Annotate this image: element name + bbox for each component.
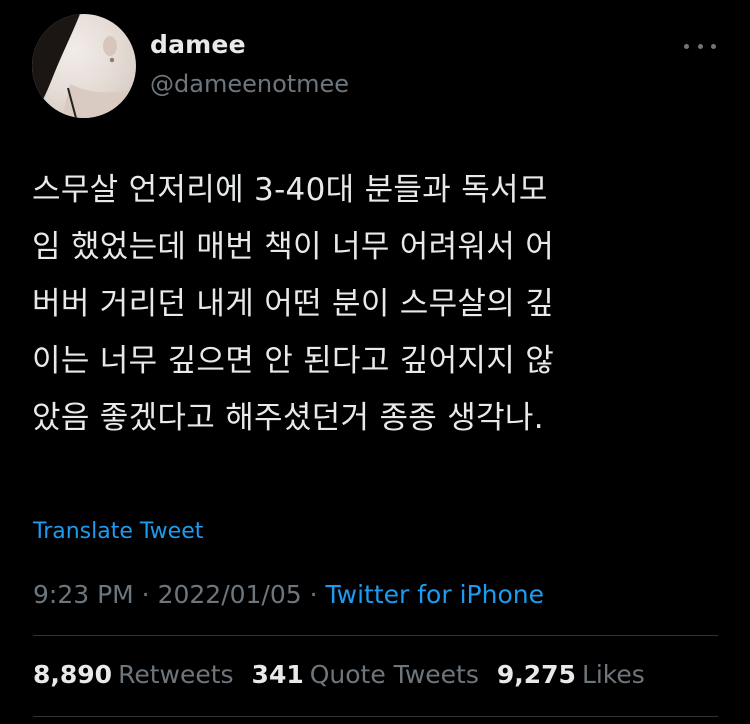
divider [33, 716, 718, 717]
tweet-detail: damee @dameenotmee 스무살 언저리에 3-40대 분들과 독서… [0, 0, 750, 724]
divider [33, 635, 718, 636]
quote-tweets-stat[interactable]: 341 Quote Tweets [252, 660, 479, 689]
tweet-text-line: 임 했었는데 매번 책이 너무 어려워서 어 [32, 229, 555, 265]
retweets-count: 8,890 [33, 660, 113, 689]
translate-tweet-link[interactable]: Translate Tweet [33, 519, 203, 544]
quote-tweets-label: Quote Tweets [309, 660, 479, 689]
tweet-text-line: 았음 좋겠다고 해주셨던거 종종 생각나. [32, 400, 544, 436]
display-name[interactable]: damee [150, 30, 246, 59]
likes-count: 9,275 [496, 660, 576, 689]
tweet-text-line: 이는 너무 깊으면 안 된다고 깊어지지 않 [32, 343, 555, 379]
profile-photo-icon [32, 14, 136, 118]
more-options-icon[interactable] [684, 38, 716, 54]
tweet-source-link[interactable]: Twitter for iPhone [326, 580, 544, 609]
avatar[interactable] [32, 14, 136, 118]
retweets-stat[interactable]: 8,890 Retweets [33, 660, 234, 689]
tweet-stats: 8,890 Retweets 341 Quote Tweets 9,275 Likes [33, 660, 645, 689]
tweet-time: 9:23 PM [33, 580, 134, 609]
meta-separator: · [133, 580, 158, 609]
tweet-meta: 9:23 PM · 2022/01/05 · Twitter for iPhon… [33, 580, 544, 609]
tweet-text-line: 버버 거리던 내게 어떤 분이 스무살의 깊 [32, 286, 555, 322]
quote-tweets-count: 341 [251, 660, 304, 689]
user-handle[interactable]: @dameenotmee [150, 70, 349, 98]
tweet-text-line: 스무살 언저리에 3-40대 분들과 독서모 [32, 172, 548, 208]
likes-stat[interactable]: 9,275 Likes [497, 660, 645, 689]
retweets-label: Retweets [118, 660, 234, 689]
tweet-date: 2022/01/05 [157, 580, 302, 609]
tweet-text: 스무살 언저리에 3-40대 분들과 독서모 임 했었는데 매번 책이 너무 어… [32, 162, 722, 447]
meta-separator: · [301, 580, 326, 609]
likes-label: Likes [581, 660, 645, 689]
